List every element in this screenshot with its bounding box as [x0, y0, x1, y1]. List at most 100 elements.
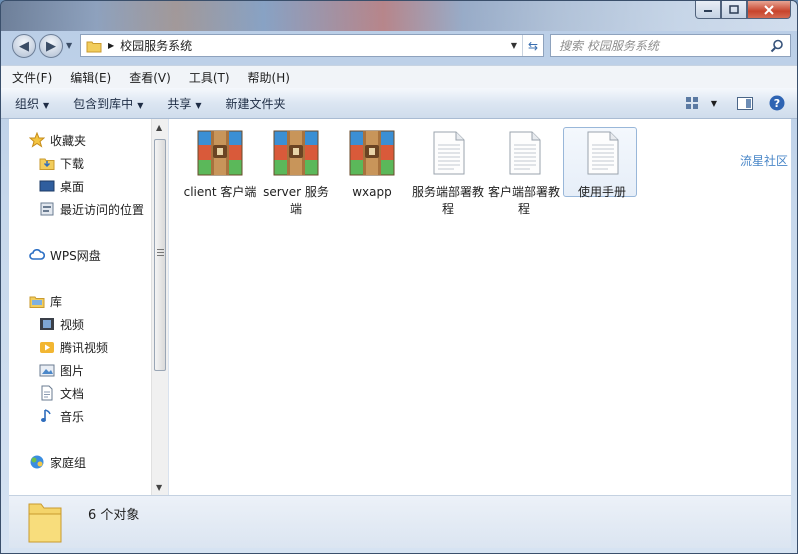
help-button[interactable]: ? — [763, 95, 797, 111]
menu-edit[interactable]: 编辑(E) — [63, 69, 118, 86]
details-pane: 6 个对象 — [9, 495, 791, 548]
nav-homegroup[interactable]: 家庭组 — [29, 452, 86, 472]
item-count: 6 个对象 — [88, 508, 140, 523]
include-in-library-label: 包含到库中 — [73, 96, 134, 111]
nav-wps-cloud[interactable]: WPS网盘 — [29, 245, 101, 265]
address-bar[interactable]: ▶ 校园服务系统 ▼ ⇆ — [80, 34, 544, 57]
nav-label: 最近访问的位置 — [60, 202, 145, 217]
search-box[interactable]: 搜索 校园服务系统 — [550, 34, 791, 57]
file-name: 使用手册 — [577, 185, 626, 199]
refresh-icon: ⇆ — [527, 38, 539, 53]
new-folder-button[interactable]: 新建文件夹 — [214, 95, 298, 112]
nav-label: 家庭组 — [50, 455, 87, 470]
nav-label: 库 — [50, 294, 63, 309]
nav-downloads[interactable]: 下载 — [39, 153, 84, 173]
search-input[interactable]: 搜索 校园服务系统 — [559, 37, 770, 54]
menu-view[interactable]: 查看(V) — [122, 69, 178, 86]
library-icon — [29, 293, 45, 309]
command-bar: 组织 ▼ 包含到库中 ▼ 共享 ▼ 新建文件夹 ▼ ? — [1, 88, 797, 119]
nav-label: 下载 — [60, 156, 85, 171]
scroll-up-icon[interactable]: ▲ — [156, 123, 162, 132]
nav-label: WPS网盘 — [50, 248, 101, 263]
maximize-button[interactable] — [721, 1, 747, 19]
music-note-icon — [39, 408, 55, 424]
file-item[interactable]: 客户端部署教程 — [487, 129, 561, 218]
menu-file[interactable]: 文件(F) — [5, 69, 59, 86]
menu-help[interactable]: 帮助(H) — [241, 69, 297, 86]
breadcrumb-separator-icon: ▶ — [108, 41, 115, 50]
nav-label: 视频 — [60, 317, 85, 332]
pictures-icon — [39, 362, 55, 378]
file-item[interactable]: client 客户端 — [183, 129, 257, 201]
minimize-button[interactable] — [695, 1, 721, 19]
forward-button[interactable]: ▶ — [39, 34, 63, 58]
preview-pane-icon — [737, 96, 753, 110]
preview-pane-button[interactable] — [723, 96, 763, 110]
change-view-button[interactable]: ▼ — [679, 96, 723, 110]
navigation-row: ◀ ▶ ▼ ▶ 校园服务系统 ▼ ⇆ 搜索 校园服务系统 — [1, 31, 797, 61]
scrollbar-thumb[interactable] — [154, 139, 166, 371]
file-item[interactable]: 服务端部署教程 — [411, 129, 485, 218]
view-controls: ▼ ? — [679, 95, 797, 111]
breadcrumb-segment[interactable]: 校园服务系统 — [120, 37, 192, 54]
navigation-pane[interactable]: 收藏夹 下载 桌面 最近访问的位置 WPS网盘 库 视频 腾讯视频 图片 文档 … — [9, 119, 151, 495]
nav-favorites[interactable]: 收藏夹 — [29, 130, 86, 150]
refresh-button[interactable]: ⇆ — [522, 35, 543, 56]
text-file-icon — [433, 131, 465, 175]
file-item-selected[interactable]: 使用手册 — [563, 127, 639, 201]
nav-music[interactable]: 音乐 — [39, 406, 84, 426]
file-name: wxapp — [352, 185, 392, 199]
video-icon — [39, 316, 55, 332]
homegroup-icon — [29, 454, 45, 470]
share-button[interactable]: 共享 ▼ — [155, 95, 213, 112]
minimize-icon — [704, 9, 712, 12]
watermark-text: 流星社区 — [740, 154, 789, 168]
menu-tools[interactable]: 工具(T) — [182, 69, 237, 86]
help-icon: ? — [769, 95, 785, 111]
include-in-library-button[interactable]: 包含到库中 ▼ — [61, 95, 155, 112]
file-item[interactable]: wxapp — [335, 129, 409, 201]
nav-label: 桌面 — [60, 179, 85, 194]
organize-button[interactable]: 组织 ▼ — [1, 95, 61, 112]
explorer-window: ◀ ▶ ▼ ▶ 校园服务系统 ▼ ⇆ 搜索 校园服务系统 文件(F) 编辑(E)… — [0, 0, 798, 554]
search-icon[interactable] — [770, 39, 784, 53]
file-name: 服务端部署教程 — [411, 185, 484, 216]
file-list[interactable]: client 客户端 server 服务端 wxapp 服务端部署教程 客户端部… — [169, 119, 791, 495]
back-arrow-icon: ◀ — [19, 38, 29, 54]
nav-libraries[interactable]: 库 — [29, 291, 62, 311]
nav-pictures[interactable]: 图片 — [39, 360, 84, 380]
close-button[interactable] — [747, 1, 791, 19]
back-button[interactable]: ◀ — [12, 34, 36, 58]
nav-label: 收藏夹 — [50, 133, 87, 148]
star-icon — [29, 132, 45, 148]
file-name: 客户端部署教程 — [487, 185, 560, 216]
chevron-down-icon: ▼ — [43, 100, 50, 110]
archive-file-icon — [349, 130, 395, 176]
file-name: client 客户端 — [183, 185, 257, 199]
organize-label: 组织 — [15, 96, 40, 111]
file-item[interactable]: server 服务端 — [259, 129, 333, 218]
nav-label: 音乐 — [60, 409, 85, 424]
address-dropdown-icon[interactable]: ▼ — [506, 41, 522, 50]
share-label: 共享 — [167, 96, 192, 111]
nav-desktop[interactable]: 桌面 — [39, 176, 84, 196]
cloud-icon — [29, 247, 45, 263]
title-bar — [1, 1, 797, 31]
view-dropdown-icon[interactable]: ▼ — [711, 99, 717, 108]
scroll-down-icon[interactable]: ▼ — [156, 483, 162, 492]
archive-file-icon — [273, 130, 319, 176]
nav-recent-places[interactable]: 最近访问的位置 — [39, 199, 144, 219]
menu-bar: 文件(F) 编辑(E) 查看(V) 工具(T) 帮助(H) — [1, 65, 797, 88]
view-grid-icon — [685, 97, 698, 109]
file-name: server 服务端 — [263, 185, 329, 216]
nav-tencent-video[interactable]: 腾讯视频 — [39, 337, 108, 357]
text-file-icon — [509, 131, 541, 175]
nav-documents[interactable]: 文档 — [39, 383, 84, 403]
nav-videos[interactable]: 视频 — [39, 314, 84, 334]
nav-label: 图片 — [60, 363, 85, 378]
navigation-pane-scrollbar[interactable]: ▲ ▼ — [151, 119, 168, 495]
forward-arrow-icon: ▶ — [46, 38, 56, 54]
chevron-down-icon: ▼ — [195, 100, 202, 110]
archive-file-icon — [197, 130, 243, 176]
recent-pages-dropdown[interactable]: ▼ — [66, 41, 72, 50]
